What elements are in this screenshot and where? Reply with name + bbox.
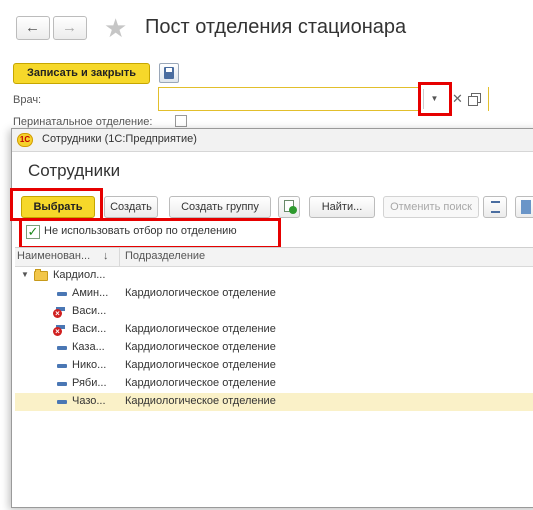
table-row[interactable]: Нико... Кардиологическое отделение [15, 357, 533, 375]
find-button[interactable]: Найти... [309, 196, 375, 218]
arrow-left-icon: ← [25, 19, 40, 36]
table-row[interactable]: × Васи... [15, 303, 533, 321]
row-department: Кардиологическое отделение [125, 359, 276, 371]
plus-badge-icon [289, 206, 297, 214]
more-button[interactable] [515, 196, 533, 218]
forward-button[interactable]: → [53, 16, 87, 40]
cancel-search-button[interactable]: Отменить поиск [383, 196, 479, 218]
column-header-department[interactable]: Подразделение [125, 250, 205, 262]
item-icon [57, 364, 67, 368]
1c-logo-icon: 1С [17, 133, 33, 147]
item-icon [57, 292, 67, 296]
up-arrow-icon [521, 200, 531, 214]
table-row-group[interactable]: ▼ Кардиол... [15, 267, 533, 285]
doctor-input[interactable] [158, 87, 420, 111]
marked-for-deletion-icon: × [53, 307, 65, 318]
clear-icon[interactable]: ✕ [452, 91, 463, 107]
select-highlight-frame [10, 188, 103, 221]
back-button[interactable]: ← [16, 16, 50, 40]
page-title: Пост отделения стационара [145, 16, 407, 38]
floppy-disk-icon [164, 67, 174, 79]
sort-arrow-icon: ↓ [103, 250, 109, 262]
item-icon [57, 346, 67, 350]
arrow-right-icon: → [62, 19, 77, 36]
dialog-caption: Сотрудники (1С:Предприятие) [42, 133, 197, 145]
save-and-close-button[interactable]: Записать и закрыть [13, 63, 150, 84]
table-row[interactable]: Ряби... Кардиологическое отделение [15, 375, 533, 393]
favorite-star-icon[interactable]: ★ [104, 15, 127, 41]
create-group-button[interactable]: Создать группу [169, 196, 271, 218]
table-header: Наименован... ↓ Подразделение [15, 248, 533, 267]
dialog-title: Сотрудники [28, 161, 121, 180]
dropdown-highlight-frame [418, 82, 452, 116]
column-divider[interactable] [119, 248, 120, 266]
employees-dialog: 1С Сотрудники (1С:Предприятие) Сотрудник… [10, 128, 533, 510]
row-name: Ряби... [72, 377, 107, 389]
row-name: Чазо... [72, 395, 106, 407]
doctor-label: Врач: [13, 94, 42, 106]
row-department: Кардиологическое отделение [125, 395, 276, 407]
dialog-titlebar: 1С Сотрудники (1С:Предприятие) [12, 129, 533, 152]
row-name: Васи... [72, 305, 107, 317]
list-icon [491, 201, 500, 213]
marked-for-deletion-icon: × [53, 325, 65, 336]
item-icon [57, 382, 67, 386]
row-name: Каза... [72, 341, 105, 353]
expand-triangle-icon[interactable]: ▼ [21, 270, 29, 279]
table-row[interactable]: Каза... Кардиологическое отделение [15, 339, 533, 357]
item-icon [57, 400, 67, 404]
row-name: Нико... [72, 359, 107, 371]
save-button[interactable] [159, 63, 179, 83]
list-view-button[interactable] [483, 196, 507, 218]
table-row-selected[interactable]: Чазо... Кардиологическое отделение [15, 393, 533, 411]
employees-table: Наименован... ↓ Подразделение ▼ Кардиол.… [15, 247, 533, 510]
field-border [488, 87, 489, 111]
table-row[interactable]: Амин... Кардиологическое отделение [15, 285, 533, 303]
row-department: Кардиологическое отделение [125, 377, 276, 389]
row-name: Васи... [72, 323, 107, 335]
create-button[interactable]: Создать [104, 196, 158, 218]
checkbox-highlight-frame [19, 218, 281, 249]
copy-button[interactable] [278, 196, 300, 218]
table-row[interactable]: × Васи... Кардиологическое отделение [15, 321, 533, 339]
row-department: Кардиологическое отделение [125, 323, 276, 335]
column-header-name[interactable]: Наименован... [17, 250, 90, 262]
row-department: Кардиологическое отделение [125, 341, 276, 353]
open-icon[interactable] [468, 93, 481, 106]
group-name: Кардиол... [53, 269, 106, 281]
row-name: Амин... [72, 287, 109, 299]
perinatal-checkbox[interactable] [175, 115, 187, 127]
perinatal-label: Перинатальное отделение: [13, 116, 153, 128]
folder-icon [34, 269, 48, 281]
row-department: Кардиологическое отделение [125, 287, 276, 299]
